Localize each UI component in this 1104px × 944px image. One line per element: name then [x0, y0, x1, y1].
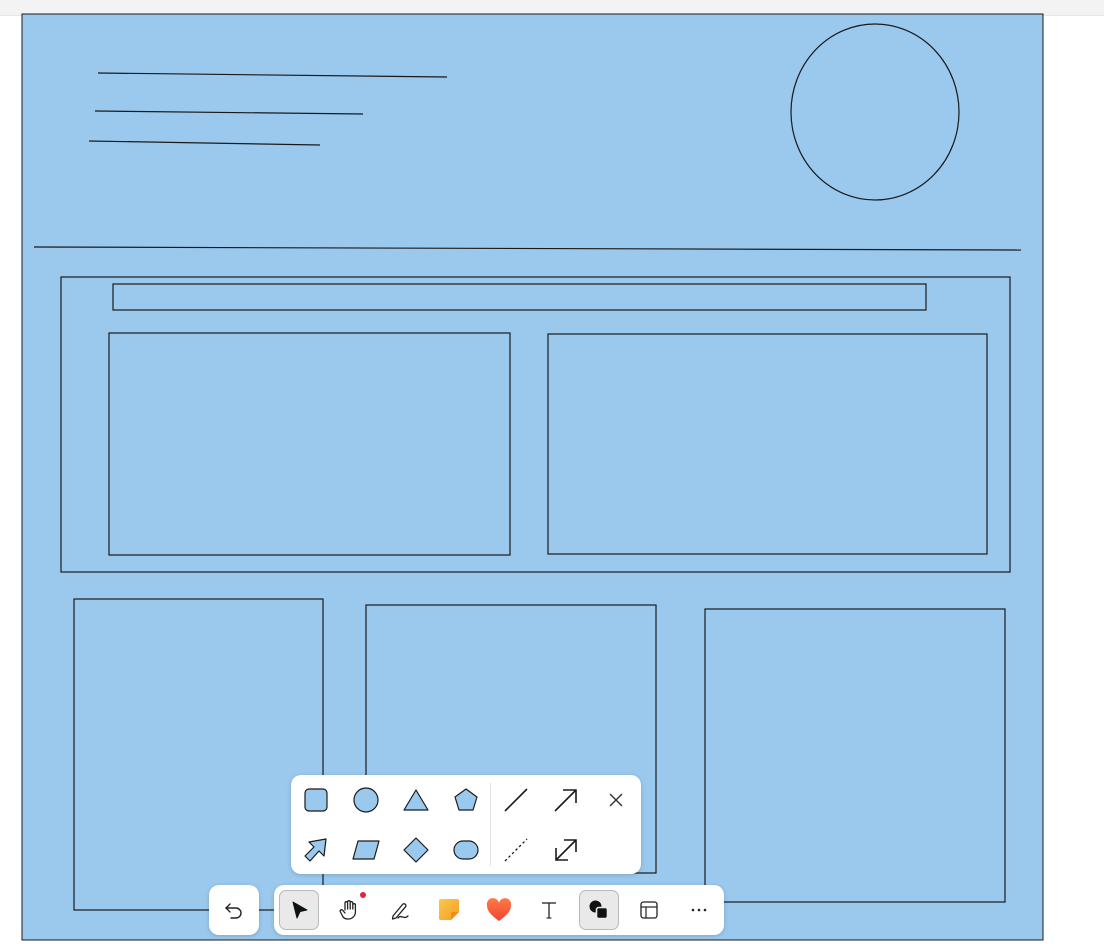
shape-diamond-button[interactable] — [396, 830, 436, 870]
connector-dashed-line-button[interactable] — [496, 830, 536, 870]
triangle-icon — [403, 789, 429, 811]
shape-rectangle-button[interactable] — [296, 780, 336, 820]
line-icon — [504, 788, 528, 812]
shape-arrow-button[interactable] — [296, 830, 336, 870]
arrow-icon — [554, 789, 577, 812]
connector-double-arrow-button[interactable] — [546, 830, 586, 870]
shapes-icon — [589, 900, 609, 920]
heart-icon — [486, 898, 512, 921]
shape-pill-button[interactable] — [446, 830, 486, 870]
sticky-note-icon — [439, 899, 459, 920]
shape-ellipse-button[interactable] — [346, 780, 386, 820]
close-icon — [609, 793, 623, 807]
arrow-shape-icon — [304, 838, 327, 862]
pill-icon — [453, 840, 479, 860]
palette-separator — [490, 783, 491, 866]
connector-arrow-button[interactable] — [546, 780, 586, 820]
more-icon — [691, 908, 707, 912]
notification-dot — [360, 892, 366, 898]
text-icon — [542, 902, 556, 919]
shapes-tool-button[interactable] — [579, 890, 619, 930]
more-button[interactable] — [679, 890, 719, 930]
sticky-note-tool-button[interactable] — [429, 890, 469, 930]
hand-icon — [339, 900, 357, 920]
sticker-tool-button[interactable] — [479, 890, 519, 930]
select-tool-button[interactable] — [279, 890, 319, 930]
close-palette-button[interactable] — [596, 780, 636, 820]
connector-line-button[interactable] — [496, 780, 536, 820]
dashed-line-icon — [504, 838, 528, 862]
undo-button[interactable] — [209, 885, 259, 935]
shape-triangle-button[interactable] — [396, 780, 436, 820]
circle-icon — [353, 787, 379, 813]
main-toolbar — [274, 885, 724, 935]
shape-palette — [291, 775, 641, 874]
shape-parallelogram-button[interactable] — [346, 830, 386, 870]
diamond-icon — [403, 837, 429, 863]
text-tool-button[interactable] — [529, 890, 569, 930]
parallelogram-icon — [352, 840, 380, 860]
frame-icon — [640, 901, 658, 919]
pentagon-icon — [454, 788, 478, 811]
undo-icon — [225, 903, 242, 919]
shape-pentagon-button[interactable] — [446, 780, 486, 820]
cursor-icon — [292, 901, 308, 919]
pen-tool-button[interactable] — [379, 890, 419, 930]
pen-icon — [391, 903, 409, 920]
double-arrow-icon — [555, 839, 577, 861]
rounded-square-icon — [304, 788, 328, 812]
frame-tool-button[interactable] — [629, 890, 669, 930]
